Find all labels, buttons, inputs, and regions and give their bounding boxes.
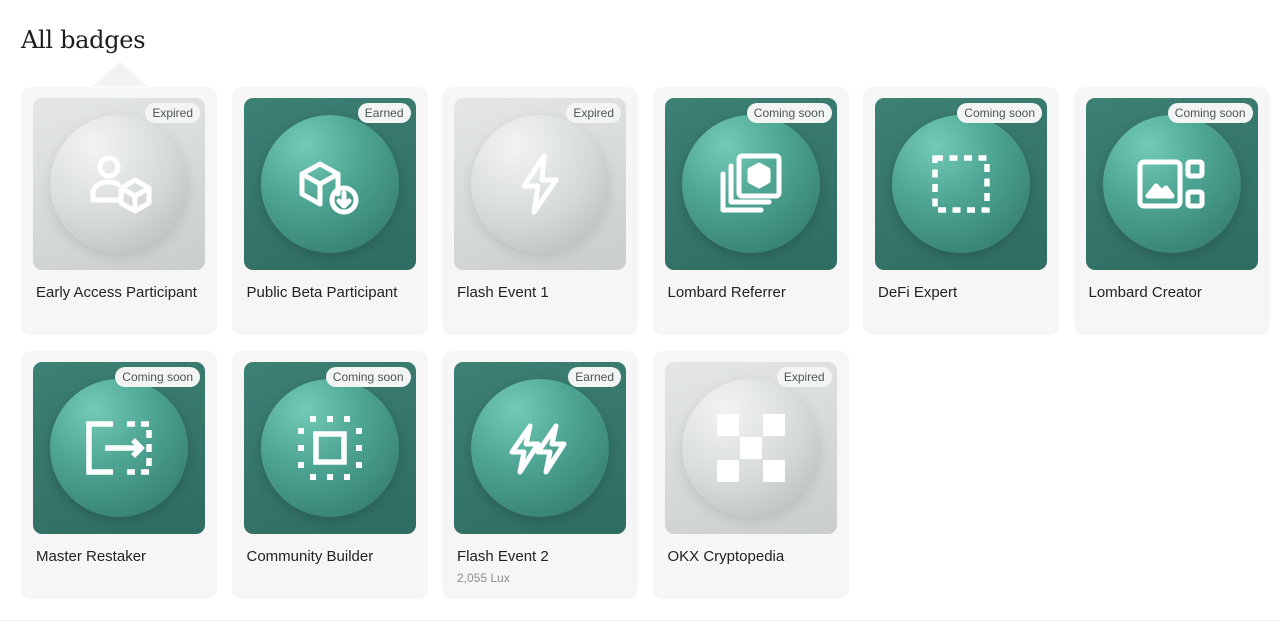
- user-cube-icon: [83, 148, 155, 220]
- badge-name: Lombard Referrer: [667, 284, 786, 301]
- badge-name: Community Builder: [246, 548, 374, 565]
- box-download-icon: [294, 148, 366, 220]
- status-badge: Coming soon: [1167, 103, 1253, 123]
- badge-thumbnail: Coming soon: [33, 362, 205, 534]
- stacked-cards-icon: [715, 148, 787, 220]
- status-badge: Coming soon: [746, 103, 832, 123]
- badge-card[interactable]: Earned Flash Event 2 2,055 Lux: [442, 351, 638, 599]
- status-badge: Expired: [776, 367, 832, 387]
- okx-logo-icon: [715, 412, 787, 484]
- double-lightning-icon: [504, 412, 576, 484]
- badge-thumbnail: Expired: [664, 362, 837, 534]
- badge-name: Flash Event 1: [457, 284, 549, 301]
- status-badge: Coming soon: [957, 103, 1042, 123]
- badge-card[interactable]: Coming soon Community Builder: [231, 351, 428, 599]
- divider: [0, 620, 1280, 621]
- badge-thumbnail: Earned: [243, 98, 416, 270]
- badge-reward: 2,055 Lux: [457, 571, 510, 585]
- image-grid-icon: [1136, 148, 1208, 220]
- restake-arrow-icon: [83, 412, 155, 484]
- lightning-icon: [504, 148, 576, 220]
- badge-name: DeFi Expert: [878, 284, 958, 301]
- badge-grid: Expired Early Access Participant Earned …: [21, 87, 1270, 599]
- badge-thumbnail: Expired: [33, 98, 205, 270]
- badge-name: OKX Cryptopedia: [667, 548, 785, 565]
- status-badge: Earned: [568, 367, 621, 387]
- status-badge: Coming soon: [115, 367, 200, 387]
- badge-thumbnail: Coming soon: [1085, 98, 1258, 270]
- tooltip-caret: [93, 62, 147, 86]
- badge-thumbnail: Coming soon: [243, 362, 416, 534]
- badge-thumbnail: Expired: [454, 98, 626, 270]
- badge-card[interactable]: Expired Flash Event 1: [442, 87, 638, 335]
- badge-name: Lombard Creator: [1088, 284, 1202, 301]
- badge-thumbnail: Earned: [454, 362, 626, 534]
- badge-name: Master Restaker: [36, 548, 147, 565]
- badge-name: Flash Event 2: [457, 548, 549, 565]
- badge-card[interactable]: Expired OKX Cryptopedia: [652, 351, 849, 599]
- badge-card[interactable]: Coming soon DeFi Expert: [863, 87, 1059, 335]
- badge-card[interactable]: Coming soon Master Restaker: [21, 351, 217, 599]
- badge-name: Early Access Participant: [36, 284, 197, 301]
- dashed-square-icon: [925, 148, 997, 220]
- badge-thumbnail: Coming soon: [664, 98, 837, 270]
- badge-card[interactable]: Expired Early Access Participant: [21, 87, 217, 335]
- badge-name: Public Beta Participant: [246, 284, 398, 301]
- status-badge: Expired: [566, 103, 621, 123]
- badge-card[interactable]: Earned Public Beta Participant: [231, 87, 428, 335]
- chip-icon: [294, 412, 366, 484]
- status-badge: Earned: [357, 103, 411, 123]
- badge-thumbnail: Coming soon: [875, 98, 1047, 270]
- badge-card[interactable]: Coming soon Lombard Referrer: [652, 87, 849, 335]
- status-badge: Expired: [145, 103, 200, 123]
- page-title: All badges: [21, 26, 146, 54]
- status-badge: Coming soon: [325, 367, 411, 387]
- badge-card[interactable]: Coming soon Lombard Creator: [1073, 87, 1270, 335]
